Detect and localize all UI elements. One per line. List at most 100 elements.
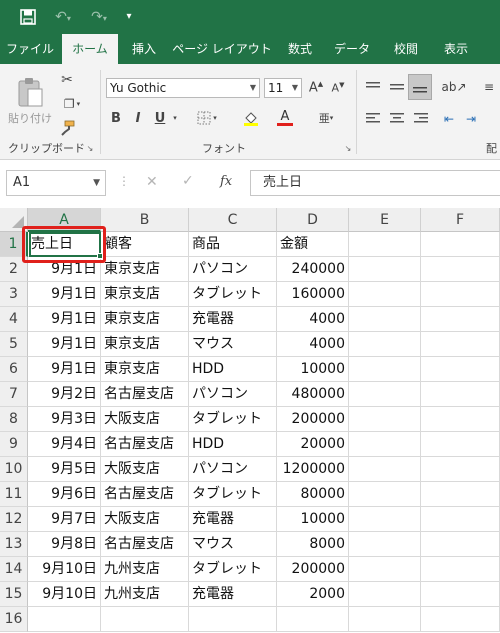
cell-d7[interactable]: 480000: [277, 382, 349, 407]
cell-c3[interactable]: タブレット: [189, 282, 277, 307]
cell-a14[interactable]: 9月10日: [28, 557, 101, 582]
row-header[interactable]: 14: [0, 557, 28, 582]
cell-b9[interactable]: 名古屋支店: [101, 432, 189, 457]
cell-d1[interactable]: 金額: [277, 232, 349, 257]
clipboard-launcher-icon[interactable]: ↘: [84, 142, 96, 154]
cell-a10[interactable]: 9月5日: [28, 457, 101, 482]
align-middle-button[interactable]: [386, 76, 408, 98]
customize-qat-button[interactable]: ▾: [120, 6, 138, 28]
increase-font-size-button[interactable]: A▲: [306, 78, 326, 98]
bold-button[interactable]: B: [106, 108, 126, 128]
row-header[interactable]: 13: [0, 532, 28, 557]
cell-e8[interactable]: [349, 407, 421, 432]
column-header-c[interactable]: C: [189, 208, 277, 232]
undo-button[interactable]: ↶▾: [48, 6, 78, 28]
font-launcher-icon[interactable]: ↘: [342, 142, 354, 154]
column-header-b[interactable]: B: [101, 208, 189, 232]
align-top-button[interactable]: [362, 76, 384, 98]
cell-a12[interactable]: 9月7日: [28, 507, 101, 532]
cell-f7[interactable]: [421, 382, 500, 407]
tab-home[interactable]: ホーム: [62, 34, 118, 64]
increase-indent-button[interactable]: ⇥: [460, 108, 482, 130]
cell-b5[interactable]: 東京支店: [101, 332, 189, 357]
cell-e14[interactable]: [349, 557, 421, 582]
align-bottom-button[interactable]: [408, 74, 432, 100]
italic-button[interactable]: I: [128, 108, 148, 128]
format-painter-button[interactable]: [56, 118, 78, 138]
cell-f6[interactable]: [421, 357, 500, 382]
cell-b16[interactable]: [101, 607, 189, 632]
cell-d11[interactable]: 80000: [277, 482, 349, 507]
cell-a15[interactable]: 9月10日: [28, 582, 101, 607]
cell-b11[interactable]: 名古屋支店: [101, 482, 189, 507]
cell-e16[interactable]: [349, 607, 421, 632]
insert-function-button[interactable]: fx: [220, 174, 232, 189]
cell-f11[interactable]: [421, 482, 500, 507]
cell-b2[interactable]: 東京支店: [101, 257, 189, 282]
cancel-entry-icon[interactable]: ✕: [146, 174, 158, 190]
underline-button[interactable]: U: [150, 108, 170, 128]
cell-e10[interactable]: [349, 457, 421, 482]
confirm-entry-icon[interactable]: ✓: [182, 173, 194, 189]
name-box[interactable]: A1 ▼: [6, 170, 106, 196]
cell-d9[interactable]: 20000: [277, 432, 349, 457]
cell-d5[interactable]: 4000: [277, 332, 349, 357]
row-header[interactable]: 4: [0, 307, 28, 332]
cell-d15[interactable]: 2000: [277, 582, 349, 607]
cell-d8[interactable]: 200000: [277, 407, 349, 432]
cell-e7[interactable]: [349, 382, 421, 407]
row-header[interactable]: 8: [0, 407, 28, 432]
cell-a9[interactable]: 9月4日: [28, 432, 101, 457]
cell-b3[interactable]: 東京支店: [101, 282, 189, 307]
align-right-button[interactable]: [410, 108, 432, 130]
cell-a3[interactable]: 9月1日: [28, 282, 101, 307]
align-left-button[interactable]: [362, 108, 384, 130]
cell-e2[interactable]: [349, 257, 421, 282]
tab-formulas[interactable]: 数式: [278, 34, 322, 64]
cell-e1[interactable]: [349, 232, 421, 257]
cell-b13[interactable]: 名古屋支店: [101, 532, 189, 557]
cell-c12[interactable]: 充電器: [189, 507, 277, 532]
cell-a4[interactable]: 9月1日: [28, 307, 101, 332]
cell-c8[interactable]: タブレット: [189, 407, 277, 432]
cell-c1[interactable]: 商品: [189, 232, 277, 257]
phonetic-button[interactable]: 亜 ▾: [312, 108, 340, 128]
cell-a13[interactable]: 9月8日: [28, 532, 101, 557]
cell-f1[interactable]: [421, 232, 500, 257]
column-header-f[interactable]: F: [421, 208, 500, 232]
font-name-select[interactable]: Yu Gothic ▼: [106, 78, 260, 98]
underline-dropdown[interactable]: ▾: [170, 108, 180, 128]
cell-f16[interactable]: [421, 607, 500, 632]
cell-e3[interactable]: [349, 282, 421, 307]
cell-a5[interactable]: 9月1日: [28, 332, 101, 357]
tab-view[interactable]: 表示: [434, 34, 478, 64]
cell-d13[interactable]: 8000: [277, 532, 349, 557]
align-center-button[interactable]: [386, 108, 408, 130]
cell-a11[interactable]: 9月6日: [28, 482, 101, 507]
cell-f9[interactable]: [421, 432, 500, 457]
cell-b12[interactable]: 大阪支店: [101, 507, 189, 532]
cell-b6[interactable]: 東京支店: [101, 357, 189, 382]
column-header-d[interactable]: D: [277, 208, 349, 232]
cell-b15[interactable]: 九州支店: [101, 582, 189, 607]
row-header[interactable]: 3: [0, 282, 28, 307]
cell-d12[interactable]: 10000: [277, 507, 349, 532]
row-header[interactable]: 16: [0, 607, 28, 632]
row-header[interactable]: 9: [0, 432, 28, 457]
cell-f2[interactable]: [421, 257, 500, 282]
cell-f5[interactable]: [421, 332, 500, 357]
wrap-text-button[interactable]: ≡: [478, 76, 500, 98]
cell-e9[interactable]: [349, 432, 421, 457]
tab-review[interactable]: 校閲: [384, 34, 428, 64]
decrease-indent-button[interactable]: ⇤: [438, 108, 460, 130]
cell-d14[interactable]: 200000: [277, 557, 349, 582]
cell-e6[interactable]: [349, 357, 421, 382]
cell-b8[interactable]: 大阪支店: [101, 407, 189, 432]
cell-f15[interactable]: [421, 582, 500, 607]
copy-button[interactable]: ❐ ▾: [56, 94, 88, 114]
fill-handle[interactable]: [97, 253, 103, 259]
row-header[interactable]: 6: [0, 357, 28, 382]
cell-f12[interactable]: [421, 507, 500, 532]
cell-f4[interactable]: [421, 307, 500, 332]
cell-b7[interactable]: 名古屋支店: [101, 382, 189, 407]
